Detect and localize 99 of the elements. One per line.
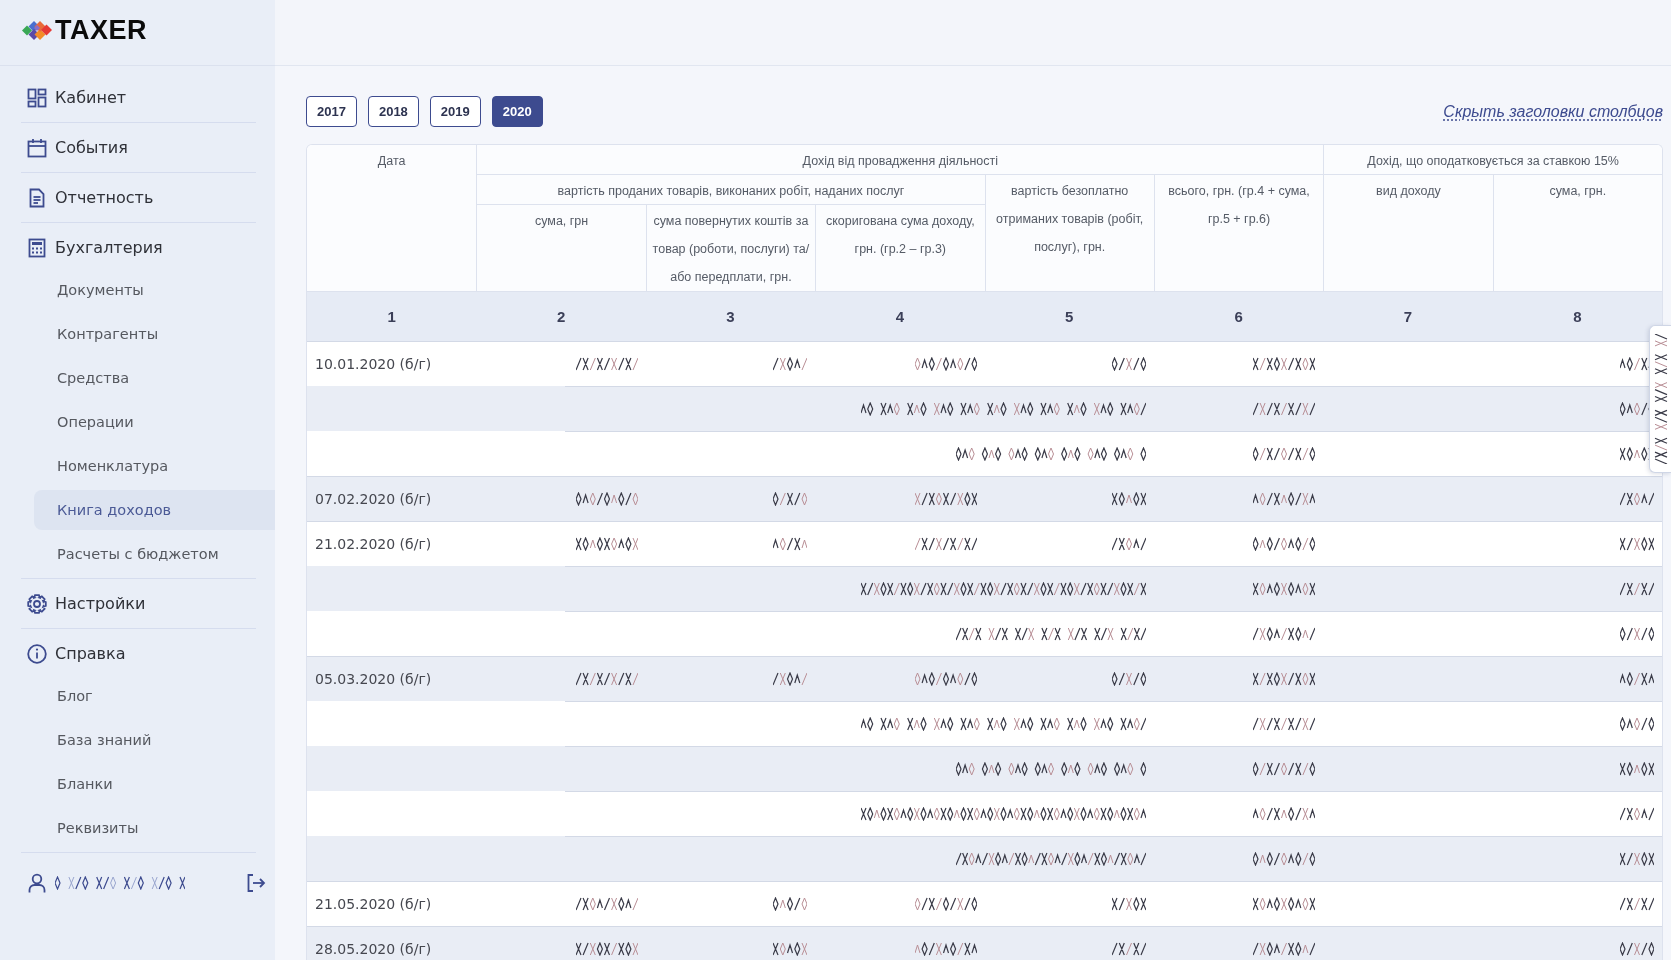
garbled-text-drawing	[575, 492, 638, 506]
garbled-text-drawing	[1620, 942, 1654, 956]
garbled-text-drawing	[575, 672, 638, 686]
garbled-text-drawing	[1620, 897, 1654, 911]
entry-date: 10.01.2020 (б/г)	[315, 356, 432, 372]
column-header: Дохід, що оподатковується за ставкою 15%	[1323, 145, 1662, 175]
column-number: 1	[386, 308, 397, 325]
year-tab[interactable]: 2019	[429, 96, 481, 127]
nav-item[interactable]: Кабинет	[21, 73, 256, 122]
garbled-text-drawing	[773, 492, 808, 506]
garbled-text-drawing	[1620, 806, 1654, 821]
garbled-text-drawing	[914, 537, 977, 551]
column-header: Дохід від провадження діяльності	[476, 145, 1324, 175]
garbled-text-drawing	[1620, 537, 1654, 551]
garbled-text-drawing	[1253, 446, 1316, 461]
nav-subitem[interactable]: Документы	[34, 270, 275, 310]
nav-subitem[interactable]: Расчеты с бюджетом	[34, 534, 275, 574]
garbled-text-drawing	[1253, 401, 1316, 416]
diamonds-logo-icon	[22, 20, 52, 41]
info-icon	[27, 643, 47, 664]
garbled-text-drawing	[1111, 492, 1146, 506]
nav-item[interactable]: Бухгалтерия	[21, 223, 256, 272]
garbled-text-drawing	[914, 357, 977, 371]
hide-headers-link[interactable]: Скрыть заголовки столбцов	[1443, 102, 1663, 121]
entry-date: 21.02.2020 (б/г)	[315, 536, 432, 552]
garbled-text-drawing	[1253, 806, 1316, 821]
garbled-text-drawing	[914, 942, 977, 956]
calendar-icon	[27, 137, 47, 158]
garbled-text-drawing	[1253, 897, 1316, 911]
garbled-text-drawing	[1620, 492, 1654, 506]
garbled-text-drawing	[1620, 626, 1654, 641]
year-tab[interactable]: 2017	[306, 96, 357, 127]
garbled-text-drawing	[1620, 581, 1654, 596]
garbled-text-drawing	[575, 537, 638, 551]
garbled-text-drawing	[914, 492, 977, 506]
calculator-icon	[27, 237, 47, 258]
garbled-text-drawing	[1253, 672, 1316, 686]
garbled-text-drawing	[1253, 851, 1316, 866]
garbled-text-drawing	[773, 672, 808, 686]
garbled-text-drawing	[1620, 761, 1654, 776]
user-icon	[27, 873, 47, 893]
column-number: 5	[1064, 308, 1075, 325]
garbled-text-drawing	[1253, 761, 1316, 776]
entry-date: 21.05.2020 (б/г)	[315, 896, 432, 912]
garbled-text-drawing	[1253, 537, 1316, 551]
column-header: вартість проданих товарів, виконаних робіт, наданих послуг	[476, 175, 985, 205]
garbled-text-drawing	[575, 357, 638, 371]
garbled-text-drawing	[773, 942, 808, 956]
garbled-text-drawing	[1253, 942, 1316, 956]
garbled-text-drawing	[773, 357, 808, 371]
garbled-text-drawing	[1253, 581, 1316, 596]
column-number: 7	[1402, 308, 1414, 325]
nav-subitem[interactable]: Номенклатура	[34, 446, 275, 486]
garbled-text-drawing	[914, 897, 977, 911]
document-icon	[27, 187, 47, 208]
column-number: 4	[894, 308, 905, 325]
year-tab[interactable]: 2020	[491, 96, 543, 127]
column-number: 2	[555, 308, 567, 325]
garbled-text-drawing	[1111, 942, 1146, 956]
nav-subitem[interactable]: Бланки	[34, 764, 275, 804]
nav-subitem[interactable]: Книга доходов	[34, 490, 275, 530]
column-number: 8	[1572, 308, 1583, 325]
garbled-text-drawing	[1111, 672, 1146, 686]
column-number: 3	[725, 308, 736, 325]
garbled-text-drawing	[575, 897, 638, 911]
garbled-text-drawing	[1111, 537, 1146, 551]
nav-subitem[interactable]: Средства	[34, 358, 275, 398]
garbled-text-drawing	[1253, 716, 1316, 731]
dashboard-grid-icon	[27, 87, 47, 108]
brand-name: TAXER	[55, 15, 147, 46]
nav-item[interactable]: События	[21, 123, 256, 172]
nav-item[interactable]: Настройки	[21, 579, 256, 628]
entry-date: 07.02.2020 (б/г)	[315, 491, 432, 507]
column-number: 6	[1233, 308, 1244, 325]
garbled-text-drawing	[1620, 851, 1654, 866]
garbled-text-drawing	[1253, 626, 1316, 641]
year-tab[interactable]: 2018	[367, 96, 419, 127]
entry-date: 05.03.2020 (б/г)	[315, 671, 432, 687]
nav-item[interactable]: Справка	[21, 629, 256, 678]
garbled-text-drawing	[1111, 357, 1146, 371]
garbled-text-drawing	[1253, 357, 1316, 371]
logout-icon[interactable]	[246, 873, 266, 893]
garbled-text-drawing	[1253, 492, 1316, 506]
nav-subitem[interactable]: Реквизиты	[34, 808, 275, 848]
garbled-text-drawing	[914, 672, 977, 686]
nav-item[interactable]: Отчетность	[21, 173, 256, 222]
nav-subitem[interactable]: База знаний	[34, 720, 275, 760]
side-tab[interactable]	[1649, 325, 1671, 473]
garbled-text-drawing	[1620, 672, 1654, 686]
garbled-text-drawing	[1111, 897, 1146, 911]
garbled-text-drawing	[773, 537, 808, 551]
garbled-text-drawing	[773, 897, 808, 911]
nav-subitem[interactable]: Операции	[34, 402, 275, 442]
nav-subitem[interactable]: Контрагенты	[34, 314, 275, 354]
garbled-text-drawing	[1620, 716, 1654, 731]
nav-subitem[interactable]: Блог	[34, 676, 275, 716]
entry-date: 28.05.2020 (б/г)	[315, 941, 432, 957]
garbled-text-drawing	[575, 942, 638, 956]
settings-gear-icon	[27, 593, 47, 614]
